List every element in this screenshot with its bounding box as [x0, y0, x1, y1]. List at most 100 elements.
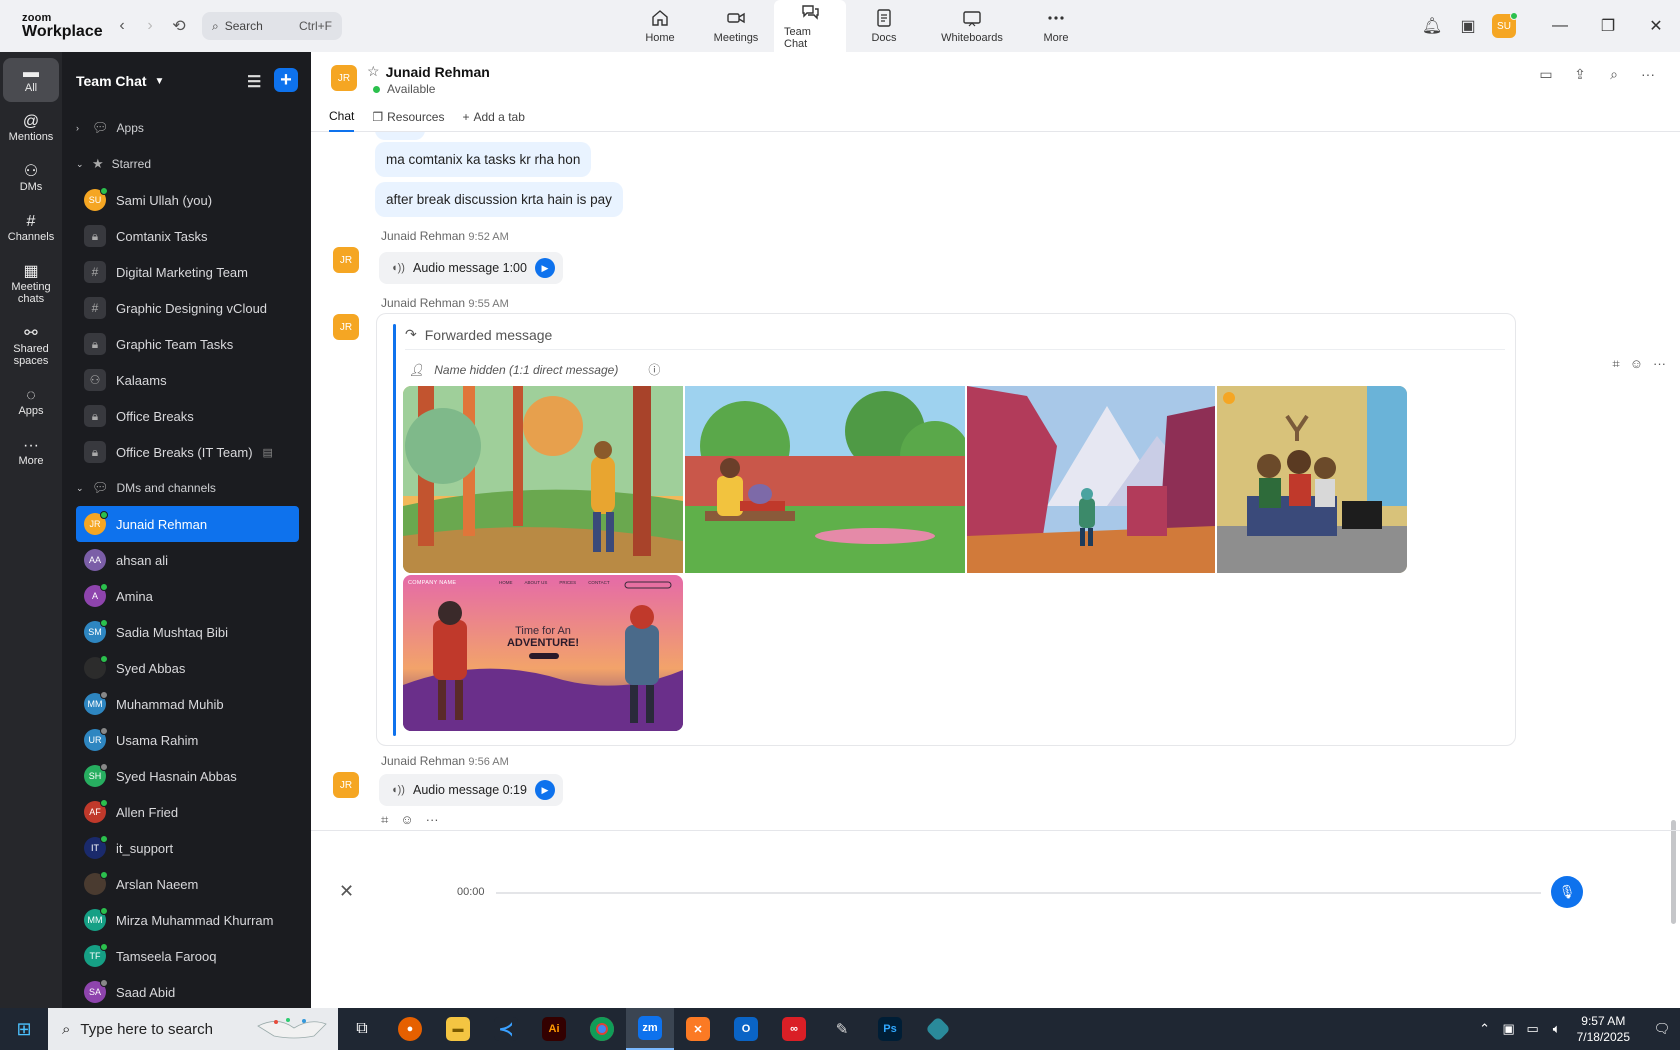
- zoom-taskbar-icon[interactable]: zm: [626, 1008, 674, 1050]
- rail-item-all[interactable]: ▬ All: [3, 58, 59, 102]
- section-dms-and-channels[interactable]: ⌄ 💬︎ DMs and channels: [62, 470, 311, 506]
- new-chat-button[interactable]: +: [274, 68, 298, 92]
- windows-start-button[interactable]: ⊞: [0, 1019, 48, 1040]
- forwarded-message-card[interactable]: ↷ Forwarded message 👤︎ Name hidden (1:1 …: [376, 313, 1516, 746]
- dm-item[interactable]: SM Sadia Mushtaq Bibi: [62, 614, 311, 650]
- dm-item[interactable]: MM Muhammad Muhib: [62, 686, 311, 722]
- sender-avatar[interactable]: JR: [333, 772, 359, 798]
- tab-more[interactable]: More: [1022, 0, 1090, 52]
- contact-avatar[interactable]: JR: [331, 65, 357, 91]
- message-bubble[interactable]: ma comtanix ka tasks kr rha hon: [375, 142, 592, 177]
- xampp-icon[interactable]: ✕: [674, 1008, 722, 1050]
- creative-cloud-icon[interactable]: ∞: [770, 1008, 818, 1050]
- sender-name[interactable]: Junaid Rehman: [381, 296, 465, 310]
- image-cartoon-room[interactable]: [1217, 386, 1407, 573]
- illustrator-icon[interactable]: Ai: [530, 1008, 578, 1050]
- outlook-icon[interactable]: O: [722, 1008, 770, 1050]
- sender-name[interactable]: Junaid Rehman: [381, 754, 465, 768]
- audio-message[interactable]: ◖)) Audio message 1:00 ▶: [379, 252, 563, 284]
- search-icon[interactable]: ⌕: [1606, 66, 1622, 83]
- dm-item[interactable]: UR Usama Rahim: [62, 722, 311, 758]
- close-icon[interactable]: ✕: [339, 881, 354, 902]
- history-icon[interactable]: ⟲: [164, 16, 194, 36]
- reply-icon[interactable]: ⌗: [1612, 356, 1619, 372]
- dm-item[interactable]: Arslan Naeem: [62, 866, 311, 902]
- play-icon[interactable]: ▶: [534, 258, 555, 278]
- dm-item[interactable]: Syed Abbas: [62, 650, 311, 686]
- contact-name[interactable]: Junaid Rehman: [386, 64, 490, 80]
- task-view-icon[interactable]: ⧉: [338, 1008, 386, 1050]
- close-button[interactable]: ✕: [1632, 16, 1680, 36]
- taskbar-search[interactable]: ⌕ Type here to search: [48, 1008, 338, 1050]
- mic-button[interactable]: 🎙︎: [1551, 876, 1583, 908]
- minimize-button[interactable]: —: [1536, 17, 1584, 35]
- pen-tool-icon[interactable]: ✎: [818, 1008, 866, 1050]
- back-arrow-icon[interactable]: ‹: [108, 17, 136, 35]
- info-icon[interactable]: ⓘ: [648, 361, 660, 378]
- tab-home[interactable]: Home: [622, 0, 698, 52]
- dm-item[interactable]: TF Tamseela Farooq: [62, 938, 311, 974]
- calendar-icon[interactable]: ▣: [1450, 16, 1486, 36]
- file-explorer-icon[interactable]: ▬: [434, 1008, 482, 1050]
- dm-item[interactable]: SH Syed Hasnain Abbas: [62, 758, 311, 794]
- dm-item[interactable]: AF Allen Fried: [62, 794, 311, 830]
- image-adventure-landing[interactable]: COMPANY NAME HOME ABOUT US PRICES CONTAC…: [403, 575, 683, 731]
- emoji-icon[interactable]: ☺: [1630, 356, 1643, 372]
- more-options-icon[interactable]: ···: [1640, 66, 1656, 83]
- dm-item[interactable]: A Amina: [62, 578, 311, 614]
- image-mountain-traveler[interactable]: [967, 386, 1215, 573]
- sidebar-item[interactable]: # Graphic Designing vCloud: [62, 290, 311, 326]
- rail-item-mentions[interactable]: @ Mentions: [0, 104, 62, 154]
- tab-team-chat[interactable]: Team Chat: [774, 0, 846, 52]
- more-options-icon[interactable]: ···: [1653, 356, 1666, 372]
- audio-message[interactable]: ◖)) Audio message 0:19 ▶: [379, 774, 563, 806]
- sidebar-item[interactable]: ⚇ Kalaams: [62, 362, 311, 398]
- rail-item-channels[interactable]: # Channels: [0, 204, 62, 254]
- dm-item[interactable]: JR Junaid Rehman: [76, 506, 299, 542]
- reply-icon[interactable]: ⌗: [381, 812, 388, 828]
- clock[interactable]: 9:57 AM 7/18/2025: [1569, 1013, 1644, 1045]
- notifications-icon[interactable]: 🗨︎: [1644, 1021, 1680, 1037]
- filter-icon[interactable]: ☰: [247, 72, 261, 92]
- image-park-bench[interactable]: [685, 386, 965, 573]
- firefox-icon[interactable]: ●: [386, 1008, 434, 1050]
- tab-meetings[interactable]: Meetings: [698, 0, 774, 52]
- maximize-button[interactable]: ❐: [1584, 16, 1632, 36]
- section-apps[interactable]: › 💬︎ Apps: [62, 110, 311, 146]
- star-icon[interactable]: ☆: [367, 63, 380, 80]
- message-bubble[interactable]: [375, 132, 425, 140]
- chrome-icon[interactable]: [578, 1008, 626, 1050]
- more-options-icon[interactable]: ···: [426, 812, 439, 828]
- dm-item[interactable]: AA ahsan ali: [62, 542, 311, 578]
- play-icon[interactable]: ▶: [534, 780, 555, 800]
- volume-icon[interactable]: 🔈︎: [1545, 1021, 1569, 1037]
- tab-chat[interactable]: Chat: [329, 102, 355, 132]
- sidebar-item[interactable]: 🔒︎ Office Breaks: [62, 398, 311, 434]
- rail-item-more[interactable]: ··· More: [0, 428, 62, 478]
- chevron-up-icon[interactable]: ⌃: [1473, 1021, 1497, 1037]
- tab-docs[interactable]: Docs: [846, 0, 922, 52]
- rail-item-meeting-chats[interactable]: ▦ Meeting chats: [0, 254, 62, 316]
- rail-item-shared-spaces[interactable]: ⚯ Shared spaces: [0, 316, 62, 378]
- share-screen-icon[interactable]: ⇪: [1572, 66, 1588, 83]
- video-call-icon[interactable]: ▭: [1538, 66, 1554, 83]
- dm-item[interactable]: SA Saad Abid: [62, 974, 311, 1010]
- dm-item[interactable]: MM Mirza Muhammad Khurram: [62, 902, 311, 938]
- tab-resources[interactable]: ❐ Resources: [372, 102, 444, 132]
- bell-icon[interactable]: 🔔︎: [1414, 16, 1450, 36]
- sender-avatar[interactable]: JR: [333, 314, 359, 340]
- forward-arrow-icon[interactable]: ›: [136, 17, 164, 35]
- sidebar-item[interactable]: 🔒︎ Comtanix Tasks: [62, 218, 311, 254]
- sender-avatar[interactable]: JR: [333, 247, 359, 273]
- sender-name[interactable]: Junaid Rehman: [381, 229, 465, 243]
- sidebar-item[interactable]: # Digital Marketing Team: [62, 254, 311, 290]
- tab-add[interactable]: + Add a tab: [462, 102, 524, 132]
- sidebar-header[interactable]: Team Chat ▼ ☰ +: [62, 52, 311, 110]
- vscode-icon[interactable]: ≺: [482, 1008, 530, 1050]
- sidebar-item[interactable]: SU Sami Ullah (you): [62, 182, 311, 218]
- tab-whiteboards[interactable]: Whiteboards: [922, 0, 1022, 52]
- rail-item-apps[interactable]: ◌ Apps: [0, 378, 62, 428]
- photoshop-icon[interactable]: Ps: [866, 1008, 914, 1050]
- dm-item[interactable]: IT it_support: [62, 830, 311, 866]
- device-icon[interactable]: ▣: [1497, 1021, 1521, 1037]
